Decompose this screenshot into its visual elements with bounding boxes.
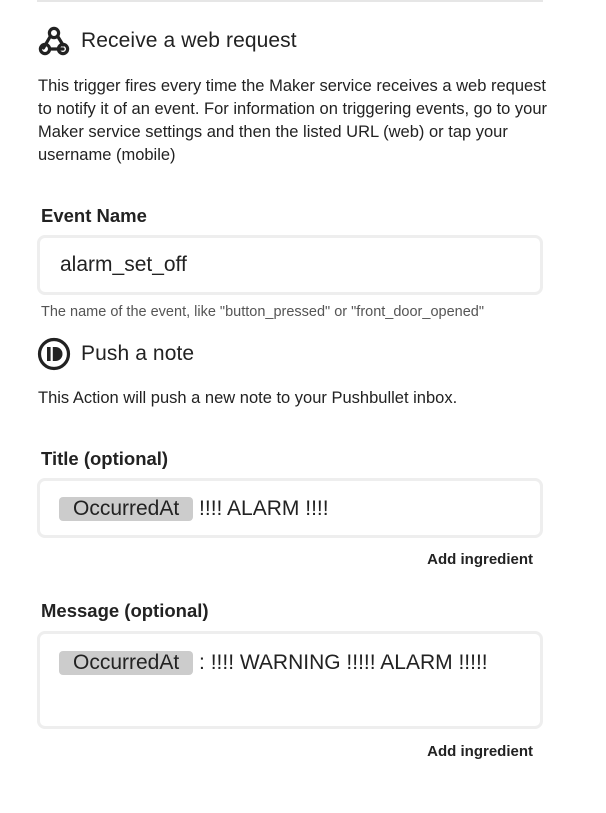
top-divider: [37, 0, 543, 2]
add-ingredient-button-message[interactable]: Add ingredient: [427, 743, 533, 760]
event-name-value: alarm_set_off: [60, 253, 187, 276]
title-label: Title (optional): [41, 448, 169, 469]
event-name-label: Event Name: [41, 205, 147, 226]
webhook-icon: [37, 24, 71, 58]
trigger-description: This trigger fires every time the Maker …: [38, 77, 548, 164]
ingredient-pill-occurredat[interactable]: OccurredAt: [59, 497, 194, 521]
pushbullet-icon: [37, 337, 71, 371]
message-label: Message (optional): [41, 600, 209, 621]
action-header: Push a note: [37, 337, 194, 371]
trigger-title: Receive a web request: [81, 29, 297, 52]
trigger-header: Receive a web request: [37, 24, 297, 58]
event-name-helper: The name of the event, like "button_pres…: [41, 304, 484, 320]
ingredient-pill-occurredat[interactable]: OccurredAt: [59, 651, 194, 675]
action-description: This Action will push a new note to your…: [38, 389, 458, 407]
title-field[interactable]: OccurredAt !!!! ALARM !!!!: [37, 478, 543, 538]
add-ingredient-button-title[interactable]: Add ingredient: [427, 551, 533, 568]
action-title: Push a note: [81, 342, 195, 365]
event-name-field[interactable]: alarm_set_off: [37, 235, 543, 295]
message-text: : !!!! WARNING !!!!! ALARM !!!!!: [193, 651, 488, 674]
title-text: !!!! ALARM !!!!: [193, 497, 329, 520]
message-field[interactable]: OccurredAt : !!!! WARNING !!!!! ALARM !!…: [37, 631, 543, 729]
